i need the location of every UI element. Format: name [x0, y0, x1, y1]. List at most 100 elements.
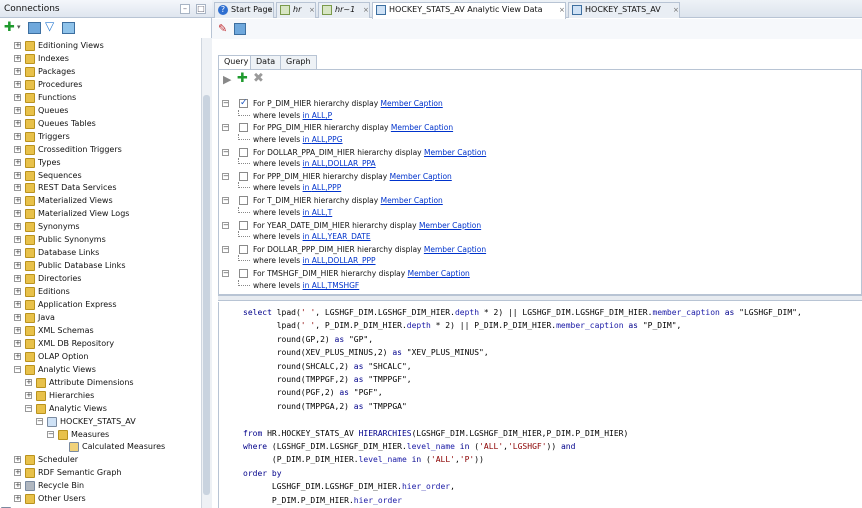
tree-item[interactable]: + RDF Semantic Graph	[0, 466, 200, 479]
close-icon[interactable]: ×	[363, 3, 369, 17]
tree-item[interactable]: + Procedures	[0, 78, 200, 91]
expand-icon[interactable]: +	[14, 495, 21, 503]
expand-icon[interactable]: +	[14, 288, 21, 296]
filter-icon[interactable]: ▽	[45, 19, 54, 33]
expand-icon[interactable]: +	[14, 42, 21, 49]
levels-link[interactable]: in ALL,DOLLAR_PPP	[303, 256, 376, 265]
expand-icon[interactable]: +	[14, 482, 21, 490]
close-icon[interactable]: ×	[673, 3, 679, 17]
collapse-icon[interactable]: −	[25, 404, 32, 412]
tab-hockey-stats-av[interactable]: HOCKEY_STATS_AV ×	[568, 2, 680, 18]
close-icon[interactable]: ×	[267, 3, 273, 17]
expand-icon[interactable]: +	[14, 223, 21, 231]
expand-icon[interactable]: +	[14, 249, 21, 257]
tree-item[interactable]: + Indexes	[0, 52, 200, 65]
collapse-icon[interactable]: −	[14, 365, 21, 373]
hierarchy-checkbox[interactable]	[239, 269, 248, 279]
collapse-icon[interactable]: −	[47, 430, 54, 438]
tree-item[interactable]: + Functions	[0, 91, 200, 104]
tree-item[interactable]: − Analytic Views	[0, 402, 200, 415]
levels-link[interactable]: in ALL,YEAR_DATE	[303, 232, 371, 241]
hierarchy-checkbox[interactable]	[239, 196, 248, 206]
hierarchy-checkbox[interactable]	[239, 123, 248, 133]
tree-item[interactable]: + Hierarchies	[0, 389, 200, 402]
close-icon[interactable]: ×	[559, 3, 565, 17]
expand-icon[interactable]: +	[14, 339, 21, 347]
chevron-down-icon[interactable]: ▾	[17, 23, 21, 31]
tree-item[interactable]: + Editions	[0, 285, 200, 298]
tree-item[interactable]: + Public Synonyms	[0, 233, 200, 246]
tree-item[interactable]: + Sequences	[0, 169, 200, 182]
tab-data[interactable]: Data	[250, 55, 282, 69]
member-caption-link[interactable]: Member Caption	[408, 269, 470, 278]
hierarchy-checkbox[interactable]	[239, 147, 248, 157]
member-caption-link[interactable]: Member Caption	[381, 196, 443, 205]
expand-icon[interactable]: +	[14, 326, 21, 334]
tree-item[interactable]: + Other Users	[0, 492, 200, 505]
expand-icon[interactable]: +	[14, 301, 21, 308]
collapse-icon[interactable]: −	[222, 124, 229, 132]
tree-item[interactable]: + Materialized Views	[0, 194, 200, 207]
tree-item[interactable]: +Calculated Measures	[0, 440, 200, 453]
tree-item[interactable]: + XML DB Repository	[0, 337, 200, 350]
member-caption-link[interactable]: Member Caption	[391, 123, 453, 132]
expand-icon[interactable]: +	[14, 54, 21, 62]
collapse-icon[interactable]: −	[36, 417, 43, 425]
schema-browser-icon[interactable]	[62, 22, 75, 34]
minimize-panel-button[interactable]: –	[180, 4, 190, 14]
tree-item[interactable]: + Triggers	[0, 130, 200, 143]
tree-item[interactable]: + Recycle Bin	[0, 479, 200, 492]
expand-icon[interactable]: +	[14, 119, 21, 127]
tab-hr-1[interactable]: hr~1 ×	[318, 2, 370, 18]
expand-icon[interactable]: +	[14, 67, 21, 75]
tree-item[interactable]: + REST Data Services	[0, 181, 200, 194]
expand-icon[interactable]: +	[14, 171, 21, 179]
expand-icon[interactable]: +	[14, 456, 21, 464]
levels-link[interactable]: in ALL,P	[303, 111, 333, 120]
add-connection-icon[interactable]: ✚	[4, 20, 15, 35]
expand-icon[interactable]: +	[14, 184, 21, 192]
member-caption-link[interactable]: Member Caption	[419, 221, 481, 230]
expand-icon[interactable]: +	[14, 313, 21, 321]
tab-hr[interactable]: hr ×	[276, 2, 316, 18]
levels-link[interactable]: in ALL,TMSHGF	[303, 281, 360, 290]
tree-item[interactable]: + Types	[0, 156, 200, 169]
tree-item[interactable]: + Attribute Dimensions	[0, 376, 200, 389]
tree-item[interactable]: − Analytic Views	[0, 363, 200, 376]
expand-icon[interactable]: +	[25, 378, 32, 386]
expand-icon[interactable]: +	[14, 80, 21, 88]
collapse-icon[interactable]: −	[222, 172, 229, 180]
tree-item[interactable]: + Synonyms	[0, 220, 200, 233]
tree-item[interactable]: + OLAP Option	[0, 350, 200, 363]
tree-item[interactable]: + Crossedition Triggers	[0, 143, 200, 156]
expand-icon[interactable]: +	[14, 210, 21, 218]
tree-item[interactable]: + Database Links	[0, 246, 200, 259]
collapse-icon[interactable]: −	[222, 148, 229, 156]
expand-icon[interactable]: +	[14, 158, 21, 166]
levels-link[interactable]: in ALL,PPG	[303, 135, 343, 144]
refresh-icon[interactable]	[234, 23, 246, 35]
expand-icon[interactable]: +	[14, 352, 21, 360]
hierarchy-checkbox[interactable]	[239, 220, 248, 230]
hierarchy-checkbox[interactable]	[239, 244, 248, 254]
tab-hockey-stats-av-data[interactable]: HOCKEY_STATS_AV Analytic View Data ×	[372, 2, 566, 19]
sql-preview[interactable]: select lpad(' ', LGSHGF_DIM.LGSHGF_DIM_H…	[218, 302, 862, 508]
member-caption-link[interactable]: Member Caption	[424, 245, 486, 254]
close-icon[interactable]: ×	[309, 3, 315, 17]
tree-item[interactable]: + Scheduler	[0, 453, 200, 466]
tab-query[interactable]: Query	[218, 55, 255, 69]
tree-item[interactable]: − HOCKEY_STATS_AV	[0, 415, 200, 428]
collapse-icon[interactable]: −	[222, 197, 229, 205]
expand-icon[interactable]: +	[14, 93, 21, 101]
collapse-icon[interactable]: −	[222, 245, 229, 253]
remove-icon[interactable]: ✖	[253, 71, 264, 86]
add-icon[interactable]: ✚	[237, 71, 248, 86]
tab-start-page[interactable]: ? Start Page ×	[214, 2, 274, 18]
member-caption-link[interactable]: Member Caption	[424, 148, 486, 157]
run-icon[interactable]: ▶	[223, 73, 231, 86]
hierarchy-checkbox[interactable]	[239, 97, 248, 109]
tab-graph[interactable]: Graph	[280, 55, 317, 69]
tree-item[interactable]: + Application Express	[0, 298, 200, 311]
tree-item[interactable]: + Queues Tables	[0, 117, 200, 130]
hierarchy-checkbox[interactable]	[239, 171, 248, 181]
